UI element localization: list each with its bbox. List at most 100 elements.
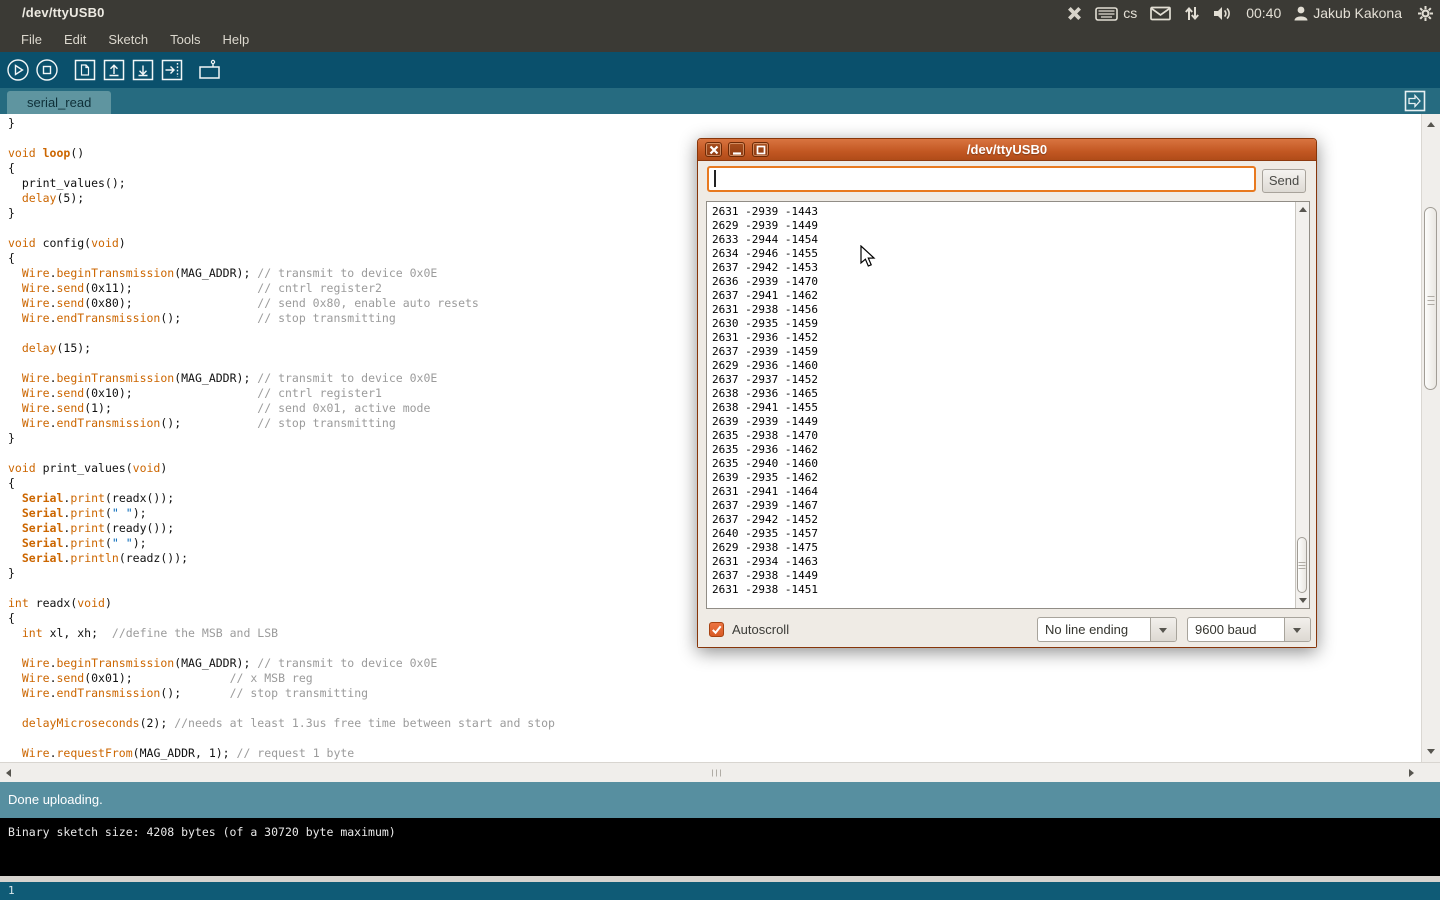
line-number-strip: 1 (0, 882, 1440, 900)
desktop-panel: /dev/ttyUSB0 cs 00:40 Jakub Kakona (0, 0, 1440, 26)
volume-speaker-icon[interactable] (1213, 6, 1233, 21)
serial-row: 2633 -2944 -1454 (712, 233, 1295, 247)
serial-row: 2639 -2935 -1462 (712, 471, 1295, 485)
serial-row: 2631 -2938 -1451 (712, 583, 1295, 597)
ide-toolbar (0, 52, 1440, 88)
text-caret (714, 170, 716, 187)
open-up-arrow-icon (102, 58, 126, 82)
serial-output-panel: 2631 -2939 -14432629 -2939 -14492633 -29… (706, 201, 1310, 609)
serial-monitor-window: /dev/ttyUSB0 Send 2631 -2939 -14432629 -… (697, 138, 1317, 648)
serial-row: 2631 -2934 -1463 (712, 555, 1295, 569)
send-button[interactable]: Send (1262, 169, 1306, 193)
keyboard-layout-indicator[interactable]: cs (1095, 5, 1137, 21)
serial-send-input[interactable] (707, 166, 1256, 192)
serial-row: 2637 -2942 -1453 (712, 261, 1295, 275)
cross-indicator-icon[interactable] (1067, 6, 1082, 21)
serial-row: 2635 -2936 -1462 (712, 443, 1295, 457)
serial-row: 2638 -2936 -1465 (712, 387, 1295, 401)
menu-item-tools[interactable]: Tools (159, 28, 211, 51)
serial-row: 2637 -2942 -1452 (712, 513, 1295, 527)
user-menu[interactable]: Jakub Kakona (1294, 5, 1402, 21)
network-updown-arrows-icon[interactable] (1184, 5, 1200, 22)
scroll-down-arrow-icon[interactable] (1427, 749, 1435, 754)
verify-button[interactable] (5, 57, 31, 83)
serial-row: 2631 -2938 -1456 (712, 303, 1295, 317)
serial-scroll-up-icon[interactable] (1299, 207, 1307, 212)
stop-icon (35, 58, 59, 82)
user-person-icon (1294, 6, 1308, 21)
serial-monitor-titlebar[interactable]: /dev/ttyUSB0 (698, 139, 1316, 161)
serial-monitor-title: /dev/ttyUSB0 (698, 142, 1316, 157)
menubar-items: FileEditSketchToolsHelp (10, 28, 260, 51)
dropdown-arrow-button[interactable] (1284, 618, 1310, 641)
serial-row: 2629 -2938 -1475 (712, 541, 1295, 555)
serial-row: 2637 -2939 -1467 (712, 499, 1295, 513)
chevron-down-icon (1293, 628, 1301, 633)
session-gear-icon[interactable] (1417, 5, 1434, 22)
serial-monitor-button[interactable] (197, 57, 223, 83)
line-number: 1 (8, 884, 15, 897)
serial-row: 2634 -2946 -1455 (712, 247, 1295, 261)
menu-item-sketch[interactable]: Sketch (97, 28, 159, 51)
build-console: Binary sketch size: 4208 bytes (of a 307… (0, 818, 1440, 876)
serial-scrollbar[interactable] (1295, 202, 1309, 608)
editor-horizontal-scrollbar[interactable] (0, 762, 1440, 782)
keyboard-icon (1095, 6, 1118, 21)
console-text: Binary sketch size: 4208 bytes (of a 307… (8, 825, 396, 839)
new-sketch-icon (73, 58, 97, 82)
serial-row: 2639 -2939 -1449 (712, 415, 1295, 429)
chevron-down-icon (1159, 628, 1167, 633)
serial-row: 2635 -2940 -1460 (712, 457, 1295, 471)
serial-row: 2629 -2936 -1460 (712, 359, 1295, 373)
menu-item-help[interactable]: Help (211, 28, 260, 51)
line-ending-value: No line ending (1038, 618, 1150, 641)
window-title: /dev/ttyUSB0 (22, 5, 105, 20)
serial-row: 2631 -2941 -1464 (712, 485, 1295, 499)
verify-play-icon (6, 58, 30, 82)
serial-monitor-icon (197, 58, 223, 82)
code-line (8, 731, 1421, 746)
code-line (8, 701, 1421, 716)
tab-menu-button[interactable] (1404, 90, 1426, 112)
open-sketch-button[interactable] (101, 57, 127, 83)
menu-item-edit[interactable]: Edit (53, 28, 97, 51)
upload-right-arrow-icon (160, 58, 184, 82)
serial-output: 2631 -2939 -14432629 -2939 -14492633 -29… (707, 202, 1295, 608)
code-line: Wire.requestFrom(MAG_ADDR, 1); // reques… (8, 746, 1421, 761)
baud-rate-select[interactable]: 9600 baud (1187, 617, 1311, 642)
serial-row: 2631 -2936 -1452 (712, 331, 1295, 345)
tab-menu-arrow-icon (1404, 90, 1426, 112)
status-message: Done uploading. (8, 792, 103, 807)
new-sketch-button[interactable] (72, 57, 98, 83)
menubar: FileEditSketchToolsHelp (0, 26, 1440, 52)
mail-envelope-icon[interactable] (1150, 6, 1171, 21)
serial-row: 2637 -2939 -1459 (712, 345, 1295, 359)
stop-button[interactable] (34, 57, 60, 83)
code-line: Wire.beginTransmission(MAG_ADDR); // tra… (8, 656, 1421, 671)
serial-row: 2637 -2941 -1462 (712, 289, 1295, 303)
serial-scroll-down-icon[interactable] (1299, 598, 1307, 603)
serial-row: 2630 -2935 -1459 (712, 317, 1295, 331)
serial-scrollbar-thumb[interactable] (1297, 537, 1307, 593)
scroll-right-arrow-icon[interactable] (1409, 769, 1414, 777)
serial-row: 2636 -2939 -1470 (712, 275, 1295, 289)
save-sketch-button[interactable] (130, 57, 156, 83)
autoscroll-label: Autoscroll (732, 617, 789, 643)
serial-row: 2631 -2939 -1443 (712, 205, 1295, 219)
upload-button[interactable] (159, 57, 185, 83)
serial-monitor-body: Send 2631 -2939 -14432629 -2939 -1449263… (698, 161, 1316, 647)
menu-item-file[interactable]: File (10, 28, 53, 51)
scroll-up-arrow-icon[interactable] (1427, 122, 1435, 127)
clock-label[interactable]: 00:40 (1246, 5, 1281, 21)
code-line: } (8, 116, 1421, 131)
line-ending-select[interactable]: No line ending (1037, 617, 1177, 642)
editor-vertical-scrollbar[interactable] (1421, 114, 1440, 762)
code-line: delayMicroseconds(2); //needs at least 1… (8, 716, 1421, 731)
editor-scrollbar-thumb[interactable] (1424, 207, 1437, 390)
tab-serial-read[interactable]: serial_read (7, 91, 111, 114)
scroll-left-arrow-icon[interactable] (6, 769, 11, 777)
dropdown-arrow-button[interactable] (1150, 618, 1176, 641)
autoscroll-checkbox[interactable] (709, 622, 724, 637)
serial-row: 2635 -2938 -1470 (712, 429, 1295, 443)
serial-monitor-controls: Autoscroll No line ending 9600 baud (698, 617, 1316, 643)
